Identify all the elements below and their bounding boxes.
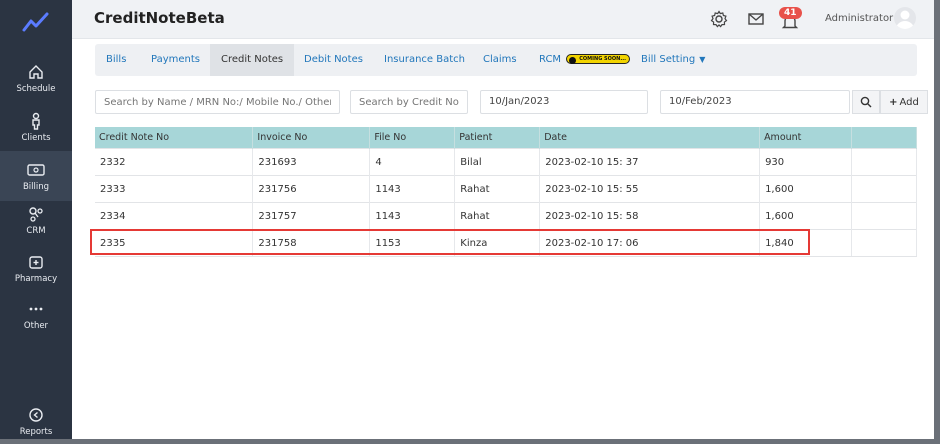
tab-debit-notes[interactable]: Debit Notes (293, 44, 374, 76)
cell-actions (851, 175, 917, 203)
table-row[interactable]: 2334 231757 1143 Rahat 2023-02-10 15: 58… (95, 202, 917, 230)
cell-amount: 930 (759, 148, 853, 176)
sidebar-item-label: Schedule (16, 83, 56, 94)
search-input[interactable] (95, 90, 340, 114)
sidebar-item-other[interactable]: Other (0, 292, 72, 338)
cell-patient: Rahat (454, 175, 541, 203)
tab-insurance-batch[interactable]: Insurance Batch (373, 44, 476, 76)
sidebar-item-pharmacy[interactable]: Pharmacy (0, 245, 72, 291)
cell-file-no: 1143 (369, 175, 456, 203)
cell-invoice-no: 231693 (252, 148, 371, 176)
cell-actions (851, 229, 917, 257)
column-header[interactable]: Patient (454, 127, 541, 149)
gear-icon[interactable] (710, 10, 728, 28)
user-name[interactable]: Administrator (825, 13, 893, 24)
more-icon (27, 300, 45, 318)
column-header[interactable]: File No (369, 127, 456, 149)
column-header[interactable]: Invoice No (252, 127, 371, 149)
cell-date: 2023-02-10 17: 06 (539, 229, 761, 257)
cell-credit-note-no: 2334 (95, 202, 254, 230)
notification-badge: 41 (779, 7, 802, 19)
cell-amount: 1,840 (759, 229, 853, 257)
cell-invoice-no: 231756 (252, 175, 371, 203)
cell-patient: Rahat (454, 202, 541, 230)
page-title: CreditNoteBeta (94, 9, 225, 27)
table-row[interactable]: 2335 231758 1153 Kinza 2023-02-10 17: 06… (95, 229, 917, 257)
cell-date: 2023-02-10 15: 37 (539, 148, 761, 176)
cell-file-no: 4 (369, 148, 456, 176)
pharmacy-icon (27, 253, 45, 271)
person-icon (27, 112, 45, 130)
top-bar: CreditNoteBeta 41 Administrator (72, 0, 934, 39)
sidebar-item-label: Reports (19, 426, 53, 437)
billing-icon (27, 161, 45, 179)
tab-credit-notes[interactable]: Credit Notes (210, 44, 295, 76)
date-to-field[interactable]: 10/Feb/2023 (660, 90, 850, 114)
sidebar-item-label: Pharmacy (14, 273, 58, 284)
tab-bar: Bills Payments Credit Notes Debit Notes … (95, 44, 917, 76)
cell-amount: 1,600 (759, 202, 853, 230)
avatar[interactable] (894, 7, 916, 29)
home-icon (27, 63, 45, 81)
column-header (851, 127, 917, 149)
credit-notes-table: Credit Note No Invoice No File No Patien… (95, 127, 917, 257)
table-row[interactable]: 2333 231756 1143 Rahat 2023-02-10 15: 55… (95, 175, 917, 203)
add-button[interactable]: + Add (880, 90, 928, 114)
cell-credit-note-no: 2335 (95, 229, 254, 257)
plus-icon: + (889, 96, 898, 108)
cell-patient: Kinza (454, 229, 541, 257)
cell-invoice-no: 231757 (252, 202, 371, 230)
sidebar-item-label: Billing (22, 181, 50, 192)
sidebar-item-reports[interactable]: Reports (0, 398, 72, 444)
sidebar-item-billing[interactable]: Billing (0, 151, 72, 201)
tab-bills[interactable]: Bills (95, 44, 137, 76)
mail-icon[interactable] (747, 10, 765, 28)
sidebar-item-label: Clients (21, 132, 51, 143)
cell-invoice-no: 231758 (252, 229, 371, 257)
sidebar-item-schedule[interactable]: Schedule (0, 55, 72, 101)
caret-down-icon: ▼ (699, 55, 706, 64)
credit-note-search-input[interactable] (350, 90, 468, 114)
date-from-field[interactable]: 10/Jan/2023 (480, 90, 648, 114)
sidebar-item-clients[interactable]: Clients (0, 104, 72, 150)
search-icon (860, 96, 872, 108)
tab-bill-setting[interactable]: Bill Setting ▼ (630, 44, 716, 76)
tab-rcm[interactable]: RCM COMING SOON... (528, 44, 641, 76)
logo-icon (22, 12, 49, 32)
column-header[interactable]: Amount (759, 127, 853, 149)
sidebar-item-label: CRM (26, 225, 46, 236)
cell-file-no: 1143 (369, 202, 456, 230)
crm-icon (27, 205, 45, 223)
cell-patient: Bilal (454, 148, 541, 176)
cell-date: 2023-02-10 15: 58 (539, 202, 761, 230)
table-row[interactable]: 2332 231693 4 Bilal 2023-02-10 15: 37 93… (95, 148, 917, 176)
cell-actions (851, 202, 917, 230)
column-header[interactable]: Credit Note No (95, 127, 254, 149)
user-avatar-icon (896, 10, 914, 29)
sidebar-item-crm[interactable]: CRM (0, 197, 72, 243)
main-content: CreditNoteBeta 41 Administrator Bills Pa… (72, 0, 934, 439)
cell-amount: 1,600 (759, 175, 853, 203)
reports-icon (27, 406, 45, 424)
tab-claims[interactable]: Claims (472, 44, 528, 76)
cell-file-no: 1153 (369, 229, 456, 257)
tab-payments[interactable]: Payments (140, 44, 211, 76)
cell-date: 2023-02-10 15: 55 (539, 175, 761, 203)
cell-credit-note-no: 2333 (95, 175, 254, 203)
cell-credit-note-no: 2332 (95, 148, 254, 176)
cell-actions (851, 148, 917, 176)
sidebar-item-label: Other (23, 320, 49, 331)
search-button[interactable] (852, 90, 880, 114)
column-header[interactable]: Date (539, 127, 761, 149)
coming-soon-badge: COMING SOON... (566, 54, 631, 64)
table-header-row: Credit Note No Invoice No File No Patien… (95, 127, 917, 149)
sidebar: Schedule Clients Billing CRM Pharmacy Ot… (0, 0, 72, 439)
